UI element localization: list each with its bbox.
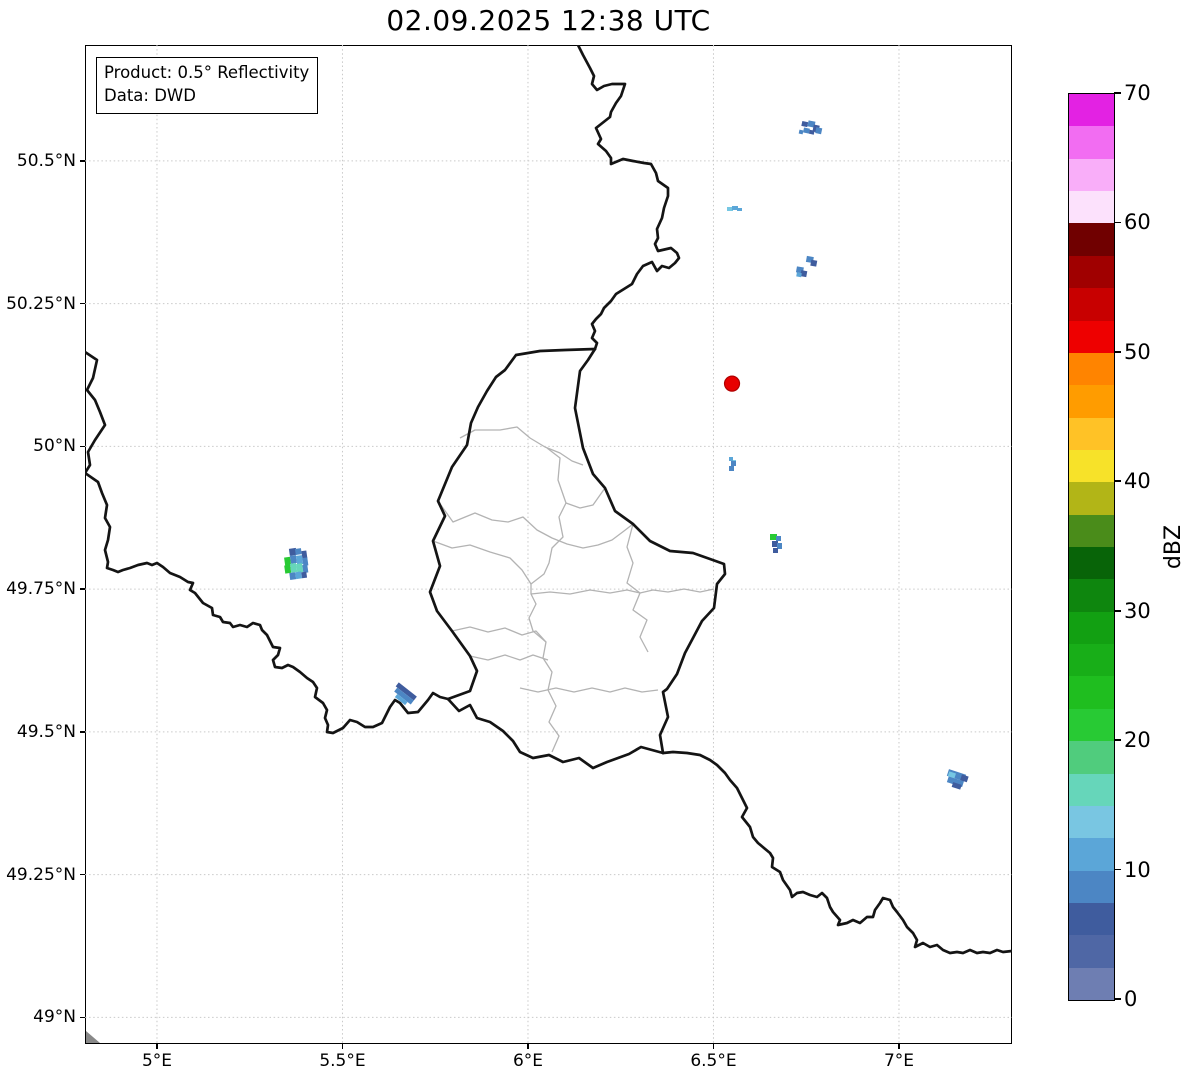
y-tick-label: 50.25°N [6, 293, 76, 314]
x-tick-label: 6°E [512, 1051, 543, 1071]
y-tick-mark [80, 588, 85, 590]
colorbar-tick-label: 20 [1124, 728, 1151, 753]
x-tick-label: 6.5°E [690, 1051, 737, 1071]
colorbar-tick-mark [1114, 739, 1121, 741]
colorbar-band [1069, 352, 1114, 386]
x-tick-label: 7°E [883, 1051, 914, 1071]
radar-site-marker-layer [723, 375, 741, 392]
colorbar-band [1069, 449, 1114, 483]
data-source-line: Data: DWD [104, 86, 196, 106]
colorbar-tick-label: 0 [1124, 987, 1138, 1011]
x-tick-mark [156, 1044, 158, 1049]
echo-north-northeast [798, 120, 823, 135]
colorbar-band [1069, 126, 1114, 159]
colorbar-band [1069, 676, 1114, 709]
x-tick-mark [712, 1044, 715, 1049]
colorbar-band [1069, 514, 1114, 548]
product-info-line: Product: 0.5° Reflectivity [104, 63, 310, 82]
colorbar-tick-mark [1114, 998, 1121, 1000]
y-tick-label: 49.5°N [16, 721, 76, 742]
y-tick-label: 49.75°N [6, 579, 76, 600]
echo-center-speck [729, 457, 736, 471]
colorbar-band [1069, 191, 1114, 224]
colorbar-tick-label: 60 [1124, 210, 1151, 235]
colorbar-tick-mark [1114, 609, 1121, 612]
colorbar-band [1069, 805, 1114, 839]
colorbar-band [1069, 385, 1114, 418]
x-tick-mark [527, 1044, 529, 1049]
echo-east [795, 255, 818, 278]
colorbar-band [1069, 158, 1114, 192]
y-tick-mark [80, 160, 85, 162]
colorbar-tick-label: 50 [1124, 339, 1151, 364]
reflectivity-colorbar [1068, 93, 1115, 1001]
figure-title: 02.09.2025 12:38 UTC [386, 4, 711, 37]
colorbar-unit-label: dBZ [1160, 524, 1186, 570]
colorbar-band [1069, 838, 1114, 871]
grid-layer [85, 45, 1012, 1044]
colorbar-band [1069, 773, 1114, 806]
colorbar-tick-label: 30 [1124, 598, 1151, 623]
colorbar-band [1069, 967, 1114, 1001]
colorbar-tick-mark [1114, 221, 1121, 224]
colorbar-tick-label: 40 [1124, 469, 1151, 494]
y-tick-label: 50.5°N [16, 150, 76, 171]
map-canvas [85, 45, 1012, 1044]
colorbar-tick-mark [1114, 480, 1121, 483]
x-tick-label: 5°E [141, 1051, 172, 1071]
border-france-belgium [85, 350, 450, 735]
corner-land-patch [86, 1031, 100, 1043]
colorbar-tick-label: 10 [1124, 857, 1151, 882]
colorbar-tick-label: 70 [1124, 81, 1151, 105]
border-luxembourg-east [573, 347, 727, 755]
radar-echo-layer [284, 120, 969, 790]
colorbar-band [1069, 870, 1114, 903]
colorbar-tick-mark [1114, 868, 1121, 871]
colorbar-band [1069, 94, 1114, 127]
colorbar-band [1069, 902, 1114, 936]
colorbar-band [1069, 611, 1114, 645]
border-luxembourg-west [428, 347, 597, 701]
x-tick-mark [341, 1044, 344, 1049]
colorbar-band [1069, 741, 1114, 774]
x-tick-mark [898, 1044, 900, 1049]
echo-west-cluster [284, 547, 309, 580]
colorbar-tick-mark [1114, 351, 1121, 353]
echo-east-green [770, 534, 782, 553]
colorbar-tick-mark [1114, 92, 1121, 94]
radar-site-marker [723, 375, 741, 392]
colorbar-band [1069, 935, 1114, 968]
country-borders [85, 45, 1012, 955]
border-luxembourg-south [446, 697, 665, 770]
y-tick-label: 49.25°N [6, 864, 76, 885]
echo-southeast-patch [946, 769, 969, 790]
echo-northeast-dash [727, 206, 742, 211]
radar-figure: 02.09.2025 12:38 UTC Product: 0.5° Refle… [0, 0, 1202, 1081]
colorbar-band [1069, 223, 1114, 256]
x-tick-label: 5.5°E [319, 1051, 366, 1071]
colorbar-band [1069, 417, 1114, 450]
echo-southwest-streak [394, 682, 417, 706]
y-tick-label: 50°N [33, 436, 76, 457]
product-info-box: Product: 0.5° Reflectivity Data: DWD [96, 57, 319, 114]
y-tick-mark [80, 1016, 85, 1019]
colorbar-band [1069, 255, 1114, 289]
y-tick-mark [80, 873, 85, 876]
y-tick-mark [80, 445, 85, 448]
colorbar-band [1069, 288, 1114, 321]
colorbar-band [1069, 547, 1114, 580]
y-tick-mark [80, 302, 85, 305]
y-tick-label: 49°N [33, 1007, 76, 1028]
colorbar-band [1069, 482, 1114, 515]
y-tick-mark [80, 731, 85, 733]
colorbar-band [1069, 579, 1114, 612]
colorbar-band [1069, 708, 1114, 742]
colorbar-band [1069, 644, 1114, 677]
colorbar-band [1069, 320, 1114, 353]
